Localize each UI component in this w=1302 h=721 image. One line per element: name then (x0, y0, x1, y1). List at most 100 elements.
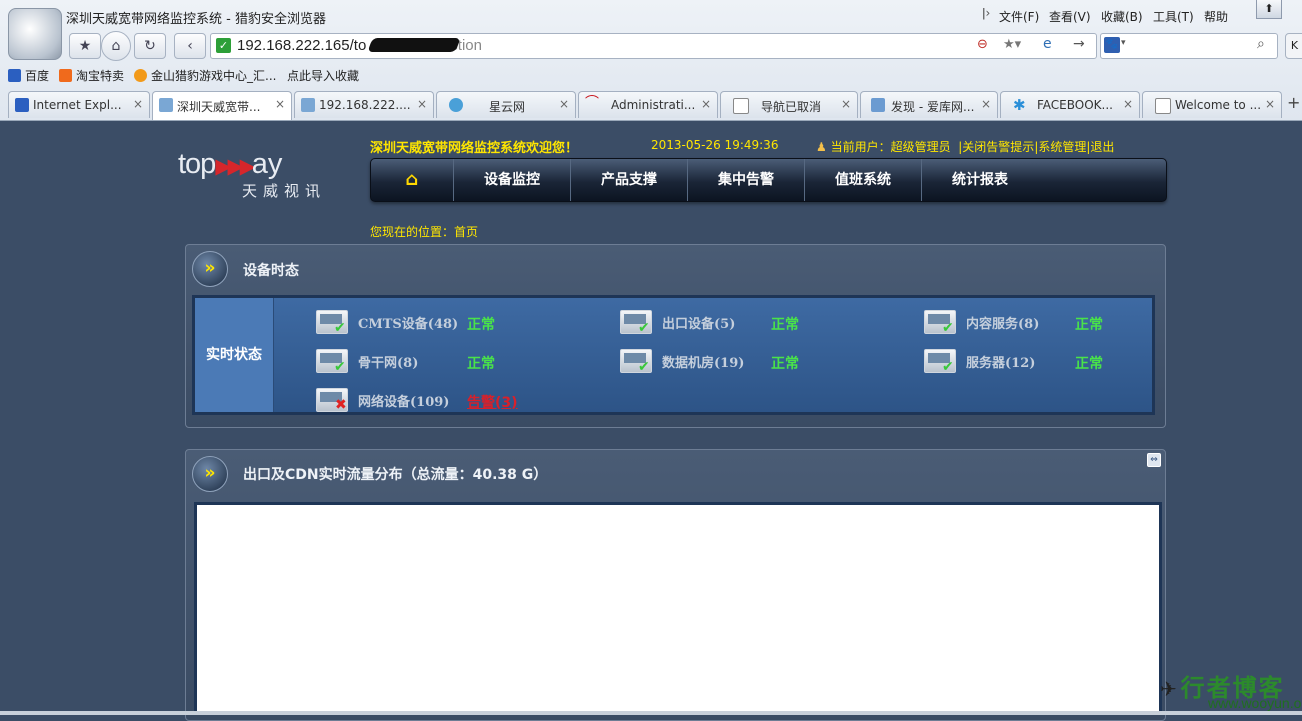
bookmark-dropdown-icon[interactable]: ★▾ (1003, 37, 1021, 52)
device-name: 骨干网(8) (358, 356, 419, 371)
menu-file[interactable]: 文件(F) (999, 8, 1039, 25)
tab-navigation-cancelled[interactable]: 导航已取消 × (720, 91, 858, 118)
system-admin-link[interactable]: 系统管理 (1038, 140, 1086, 154)
close-icon[interactable]: × (275, 97, 285, 111)
extension-button[interactable]: K (1285, 33, 1302, 59)
close-icon[interactable]: × (701, 97, 711, 111)
tab-label: Welcome to ... (1175, 98, 1262, 112)
device-alarm-status[interactable]: 告警(3) (467, 392, 518, 412)
home-button[interactable]: ⌂ (101, 31, 131, 61)
menu-tools[interactable]: 工具(T) (1153, 8, 1194, 25)
device-status: 正常 (467, 356, 495, 372)
device-name: 数据机房(19) (662, 356, 745, 371)
device-status: 正常 (771, 356, 799, 372)
tab-monitor-system[interactable]: 深圳天威宽带... × (152, 91, 292, 120)
tab-internet-explorer[interactable]: Internet Expl... × (8, 91, 150, 118)
check-icon: ✔ (334, 320, 346, 336)
tab-favicon (15, 98, 29, 112)
nav-statistics[interactable]: 统计报表 (922, 159, 1038, 201)
nav-device-monitor[interactable]: 设备监控 (454, 159, 571, 201)
bookmark-label: 百度 (25, 69, 50, 83)
secure-check-icon: ✓ (216, 38, 231, 53)
search-input[interactable]: 🐾 ▾ ⌕ (1100, 33, 1278, 59)
menu-view[interactable]: 查看(V) (1049, 8, 1091, 25)
double-chevron-icon: » (192, 251, 228, 287)
bookmark-baidu[interactable]: 百度 (8, 67, 49, 84)
error-x-icon: ✖ (335, 397, 347, 413)
bookmark-label: 金山猎豹游戏中心_汇... (151, 69, 277, 83)
device-name: 网络设备(109) (358, 395, 450, 410)
panel-title: 出口及CDN实时流量分布（总流量：40.38 G） (243, 467, 548, 483)
main-nav: ⌂ 设备监控 产品支撑 集中告警 值班系统 统计报表 (370, 158, 1167, 202)
restore-window-button[interactable]: ⬆ (1256, 0, 1282, 19)
check-icon: ✔ (942, 320, 954, 336)
close-icon[interactable]: × (133, 97, 143, 111)
page-icon (1155, 98, 1171, 114)
tab-label: 星云网 (489, 100, 526, 114)
tab-administration[interactable]: ⌒ Administrati... × (578, 91, 718, 118)
favorite-star-button[interactable]: ★ (69, 33, 101, 59)
home-icon[interactable]: ⌂ (371, 159, 454, 201)
panel-title: 设备时态 (243, 263, 299, 279)
current-user: 当前用户：超级管理员 (830, 140, 951, 154)
close-alarm-link[interactable]: 关闭告警提示 (962, 140, 1034, 154)
bookmark-label: 淘宝特卖 (76, 69, 125, 83)
welcome-text: 深圳天威宽带网络监控系统欢迎您！ (370, 141, 579, 156)
tab-xingyun[interactable]: 星云网 × (436, 91, 576, 118)
device-name: 内容服务(8) (966, 317, 1040, 332)
block-icon[interactable]: ⊖ (977, 37, 988, 52)
close-icon[interactable]: × (841, 97, 851, 111)
bookmark-import[interactable]: 点此导入收藏 (287, 67, 359, 84)
tab-aikuwang[interactable]: 发现 - 爱库网... × (860, 91, 998, 118)
expand-icon[interactable]: ⇔ (1147, 453, 1161, 467)
bookmark-game-center[interactable]: 金山猎豹游戏中心_汇... (134, 67, 276, 84)
horizontal-scrollbar[interactable] (0, 711, 1302, 715)
tab-facebook[interactable]: ✱ FACEBOOK... × (1000, 91, 1140, 118)
close-icon[interactable]: × (559, 97, 569, 111)
star-icon: ✱ (1013, 96, 1026, 114)
logout-link[interactable]: 退出 (1090, 140, 1114, 154)
address-bar[interactable]: ✓ 192.168.222.165/to ction ⊖ ★▾ e → (210, 33, 1097, 59)
chevron-down-icon[interactable]: ▾ (1121, 38, 1126, 48)
tab-favicon (871, 98, 885, 112)
window-title: 深圳天威宽带网络监控系统 - 猎豹安全浏览器 (66, 12, 326, 27)
tab-label: 192.168.222.... (319, 98, 411, 112)
tab-welcome[interactable]: Welcome to ... × (1142, 91, 1282, 118)
tab-favicon (301, 98, 315, 112)
back-button[interactable]: ‹ (174, 33, 206, 59)
traffic-panel: » 出口及CDN实时流量分布（总流量：40.38 G） ⇔ (185, 449, 1166, 721)
device-name: CMTS设备(48) (358, 317, 459, 332)
search-engine-icon[interactable]: 🐾 (1104, 37, 1120, 53)
tab-label: 导航已取消 (761, 100, 822, 114)
device-name: 出口设备(5) (662, 317, 736, 332)
ie-mode-icon[interactable]: e (1043, 36, 1052, 52)
nav-product-support[interactable]: 产品支撑 (571, 159, 688, 201)
bookmark-taobao[interactable]: 淘宝特卖 (59, 67, 124, 84)
datetime: 2013-05-26 19:49:36 (651, 138, 779, 152)
device-status: 正常 (467, 317, 495, 333)
menu-help[interactable]: 帮助 (1204, 8, 1228, 25)
device-name: 服务器(12) (966, 356, 1036, 371)
tab-ip-address[interactable]: 192.168.222.... × (294, 91, 434, 118)
refresh-button[interactable]: ↻ (134, 33, 166, 59)
menu-favorites[interactable]: 收藏(B) (1101, 8, 1143, 25)
user-info: ♟ 当前用户：超级管理员 |关闭告警提示|系统管理|退出 (816, 138, 1114, 155)
baidu-icon (8, 69, 21, 82)
search-icon[interactable]: ⌕ (1257, 36, 1265, 52)
new-tab-button[interactable]: + (1287, 93, 1300, 112)
close-icon[interactable]: × (1265, 97, 1275, 111)
realtime-status-box: 实时状态 ✔ CMTS设备(48) 正常 ✔ 出口设备(5) 正常 ✔ 内容服务… (192, 295, 1155, 415)
close-icon[interactable]: × (417, 97, 427, 111)
close-icon[interactable]: × (981, 97, 991, 111)
breadcrumb: 您现在的位置：首页 (370, 225, 479, 239)
close-icon[interactable]: × (1123, 97, 1133, 111)
go-arrow-icon[interactable]: → (1073, 36, 1085, 52)
check-icon: ✔ (942, 359, 954, 375)
url-visible: 192.168.222.165/to (237, 37, 367, 54)
tab-label: FACEBOOK... (1037, 98, 1113, 112)
nav-central-alarm[interactable]: 集中告警 (688, 159, 805, 201)
tab-favicon (449, 98, 463, 112)
nav-duty-system[interactable]: 值班系统 (805, 159, 922, 201)
logo-arrows: ▶▶▶ (215, 154, 256, 178)
logo-chinese: 天威视讯 (242, 182, 327, 200)
